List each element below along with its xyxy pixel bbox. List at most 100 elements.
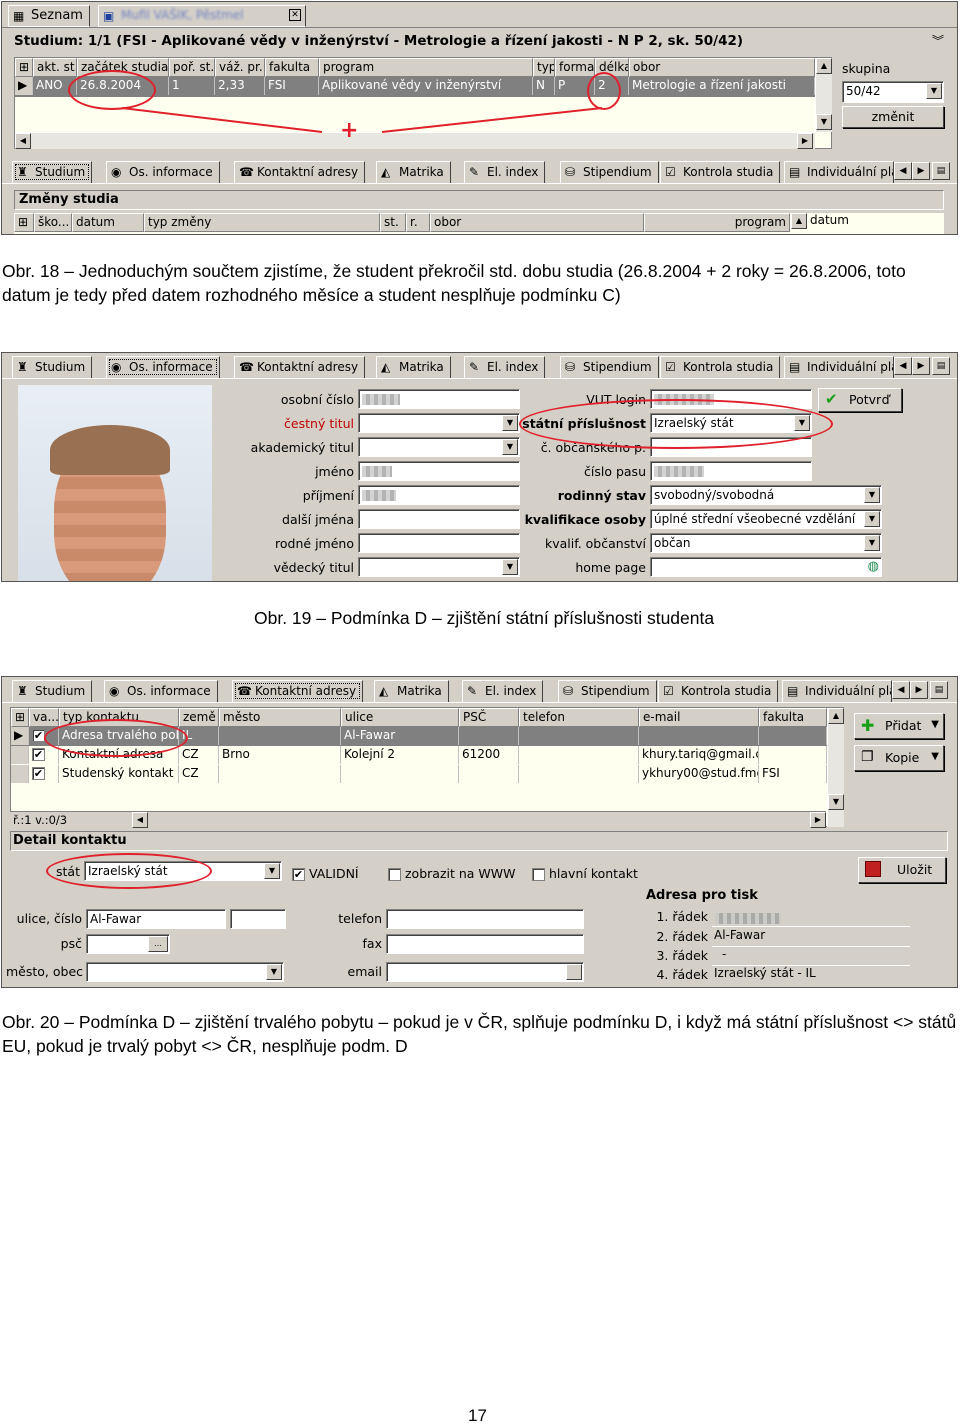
grid-header[interactable]: datum bbox=[72, 213, 144, 232]
kopie-button[interactable]: ❐ Kopie ▼ bbox=[854, 745, 944, 771]
tab-el-index[interactable]: ✎ El. index bbox=[464, 161, 546, 183]
grid-scrollbar-vertical[interactable]: ▲ ▼ bbox=[827, 708, 844, 827]
chevron-down-icon[interactable]: ▼ bbox=[931, 719, 939, 730]
tab-list-icon[interactable]: ▤ bbox=[932, 357, 950, 375]
email-lookup-icon[interactable] bbox=[566, 964, 582, 980]
grid-header[interactable]: telefon bbox=[519, 708, 639, 727]
akademicky-titul-select[interactable]: ▼ bbox=[358, 437, 520, 457]
tab-individualni-plan[interactable]: ▤ Individuální plá bbox=[784, 161, 894, 183]
table-row[interactable]: ✔ Studenský kontakt CZ ykhury00@stud.fme… bbox=[11, 765, 827, 784]
tab-prev-icon[interactable]: ◀ bbox=[894, 357, 912, 375]
scroll-up-icon[interactable]: ▲ bbox=[828, 708, 844, 724]
jmeno-field[interactable] bbox=[358, 461, 520, 481]
scroll-down-icon[interactable]: ▼ bbox=[828, 794, 844, 810]
tab-next-icon[interactable]: ▶ bbox=[910, 681, 928, 699]
ulozit-button[interactable]: Uložit bbox=[858, 857, 946, 883]
tab-matrika[interactable]: ◭ Matrika bbox=[374, 680, 449, 702]
grid-header[interactable]: program bbox=[644, 213, 790, 232]
fax-field[interactable] bbox=[386, 934, 584, 954]
dalsi-jmena-field[interactable] bbox=[358, 509, 520, 529]
validni-checkbox[interactable]: ✔ VALIDNÍ bbox=[292, 866, 359, 881]
tab-kontaktni-adresy[interactable]: ☎ Kontaktní adresy bbox=[232, 680, 364, 702]
tab-os-informace[interactable]: ◉ Os. informace bbox=[104, 680, 218, 702]
hlavni-kontakt-checkbox[interactable]: hlavní kontakt bbox=[532, 866, 638, 881]
tab-os-informace[interactable]: ◉ Os. informace bbox=[106, 161, 220, 183]
tab-kontrola-studia[interactable]: ☑ Kontrola studia bbox=[660, 161, 781, 183]
grid-header[interactable]: obor bbox=[430, 213, 644, 232]
ulice-field[interactable]: Al-Fawar bbox=[86, 909, 226, 929]
rodinny-stav-select[interactable]: svobodný/svobodná ▼ bbox=[650, 485, 882, 505]
grid-header[interactable]: st. bbox=[380, 213, 406, 232]
chevron-down-icon[interactable]: ▼ bbox=[864, 511, 880, 527]
tab-el-index[interactable]: ✎ El. index bbox=[464, 356, 546, 378]
tab-matrika[interactable]: ◭ Matrika bbox=[376, 356, 451, 378]
scroll-right-icon[interactable]: ▶ bbox=[810, 812, 826, 828]
checkbox-unchecked-icon[interactable] bbox=[388, 868, 401, 881]
cislo-pasu-field[interactable] bbox=[650, 461, 812, 481]
tab-kontrola-studia[interactable]: ☑ Kontrola studia bbox=[658, 680, 779, 702]
scroll-up-icon[interactable]: ▲ bbox=[791, 213, 807, 229]
grid-header[interactable]: typ změny bbox=[144, 213, 380, 232]
tab-next-icon[interactable]: ▶ bbox=[912, 162, 930, 180]
grid-header[interactable]: ulice bbox=[341, 708, 459, 727]
globe-icon[interactable]: ◍ bbox=[868, 559, 879, 574]
tab-prev-icon[interactable]: ◀ bbox=[892, 681, 910, 699]
checkbox-checked-icon[interactable]: ✔ bbox=[32, 729, 45, 742]
tab-stipendium[interactable]: ⛁ Stipendium bbox=[558, 680, 657, 702]
mesto-select[interactable]: ▼ bbox=[86, 962, 284, 982]
chevron-down-icon[interactable]: ▼ bbox=[266, 964, 282, 980]
skupina-select[interactable]: 50/42 ▼ bbox=[842, 81, 944, 103]
vedecky-titul-select[interactable]: ▼ bbox=[358, 557, 520, 577]
chevron-down-icon[interactable]: ▼ bbox=[502, 415, 518, 431]
tab-prev-icon[interactable]: ◀ bbox=[894, 162, 912, 180]
kvalifikace-osoby-select[interactable]: úplné střední všeobecné vzdělání ▼ bbox=[650, 509, 882, 529]
kvalif-obcanstvi-select[interactable]: občan ▼ bbox=[650, 533, 882, 553]
tab-kontaktni-adresy[interactable]: ☎ Kontaktní adresy bbox=[234, 161, 366, 183]
tab-next-icon[interactable]: ▶ bbox=[912, 357, 930, 375]
psc-field[interactable]: … bbox=[86, 934, 170, 954]
tab-studium[interactable]: ♜ Studium bbox=[12, 161, 93, 183]
osobni-cislo-field[interactable] bbox=[358, 389, 520, 409]
grid-header[interactable]: e-mail bbox=[639, 708, 759, 727]
chevron-down-icon[interactable]: ▼ bbox=[864, 535, 880, 551]
tab-os-informace[interactable]: ◉ Os. informace bbox=[106, 356, 220, 378]
www-checkbox[interactable]: zobrazit na WWW bbox=[388, 866, 516, 881]
tab-stipendium[interactable]: ⛁ Stipendium bbox=[560, 356, 659, 378]
tab-list-icon[interactable]: ▤ bbox=[930, 681, 948, 699]
tab-el-index[interactable]: ✎ El. index bbox=[462, 680, 544, 702]
grid-header[interactable]: fakulta bbox=[759, 708, 827, 727]
grid-expand-icon[interactable]: ⊞ bbox=[14, 213, 34, 232]
potvrd-button[interactable]: ✔ Potvrď bbox=[818, 388, 902, 412]
rodne-jmeno-field[interactable] bbox=[358, 533, 520, 553]
tab-studium[interactable]: ♜ Studium bbox=[12, 680, 93, 702]
chevron-down-icon[interactable]: ▼ bbox=[931, 751, 939, 762]
checkbox-checked-icon[interactable]: ✔ bbox=[292, 868, 305, 881]
tab-kontrola-studia[interactable]: ☑ Kontrola studia bbox=[660, 356, 781, 378]
tab-list-icon[interactable]: ▤ bbox=[932, 162, 950, 180]
chevron-down-icon[interactable]: ▼ bbox=[502, 559, 518, 575]
tab-stipendium[interactable]: ⛁ Stipendium bbox=[560, 161, 659, 183]
checkbox-checked-icon[interactable]: ✔ bbox=[32, 748, 45, 761]
grid-header[interactable]: va... bbox=[29, 708, 59, 727]
home-page-field[interactable]: ◍ bbox=[650, 557, 882, 577]
grid-header[interactable]: země bbox=[179, 708, 219, 727]
grid-header[interactable]: ško... bbox=[34, 213, 72, 232]
chevron-down-icon[interactable]: ▼ bbox=[864, 487, 880, 503]
email-field[interactable] bbox=[386, 962, 584, 982]
cestny-titul-select[interactable]: ▼ bbox=[358, 413, 520, 433]
prijmeni-field[interactable] bbox=[358, 485, 520, 505]
zmenit-button[interactable]: změnit bbox=[842, 106, 944, 128]
chevron-down-icon[interactable]: ▼ bbox=[502, 439, 518, 455]
scroll-left-icon[interactable]: ◀ bbox=[132, 812, 148, 828]
tab-individualni-plan[interactable]: ▤ Individuální plá bbox=[782, 680, 892, 702]
cislo-field[interactable] bbox=[230, 909, 286, 929]
tab-individualni-plan[interactable]: ▤ Individuální plá bbox=[784, 356, 894, 378]
ellipsis-icon[interactable]: … bbox=[148, 936, 168, 952]
grid-expand-icon[interactable]: ⊞ bbox=[11, 708, 29, 727]
grid-header[interactable]: r. bbox=[406, 213, 430, 232]
checkbox-unchecked-icon[interactable] bbox=[532, 868, 545, 881]
chevron-down-icon[interactable]: ▼ bbox=[264, 863, 280, 879]
tab-kontaktni-adresy[interactable]: ☎ Kontaktní adresy bbox=[234, 356, 366, 378]
grid-header[interactable]: PSČ bbox=[459, 708, 519, 727]
tab-studium[interactable]: ♜ Studium bbox=[12, 356, 93, 378]
